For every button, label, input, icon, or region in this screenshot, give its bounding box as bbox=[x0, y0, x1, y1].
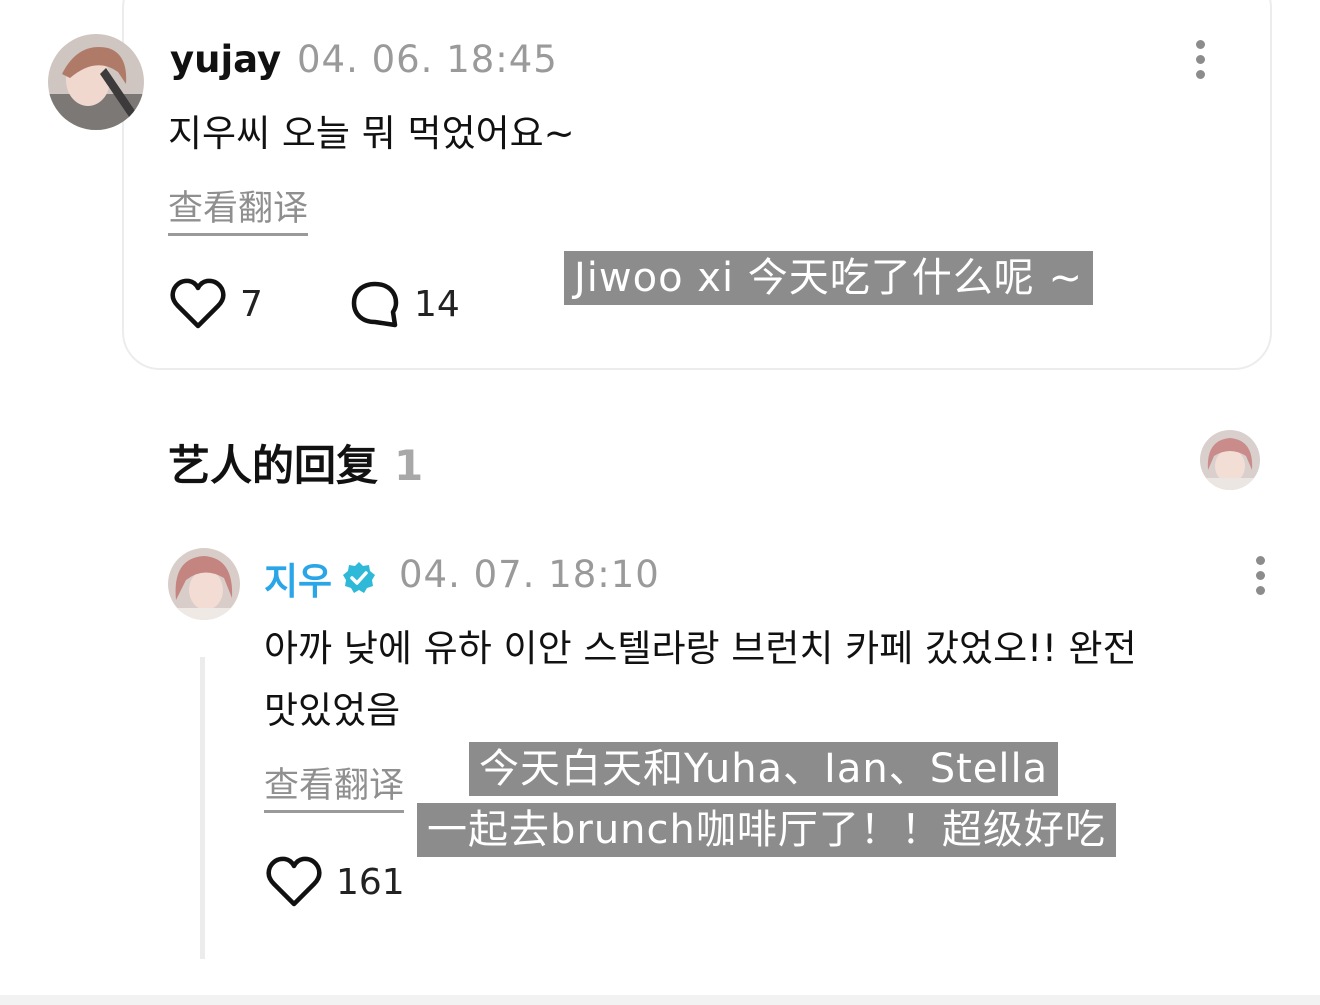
reply-subtitle-line-2: 一起去brunch咖啡厅了！！超级好吃 bbox=[417, 803, 1116, 857]
verified-badge-icon bbox=[343, 562, 376, 593]
comment-username[interactable]: yujay bbox=[170, 38, 281, 81]
artist-reply-title: 艺人的回复 bbox=[168, 441, 379, 490]
artist-reply-count: 1 bbox=[394, 441, 424, 490]
heart-outline-icon bbox=[266, 856, 322, 907]
artist-avatar[interactable] bbox=[168, 548, 240, 620]
reply-text-line-1: 아까 낮에 유하 이안 스텔라랑 브런치 카페 갔었오!! 완전 bbox=[264, 627, 1137, 670]
artist-reply-heading: 艺人的回复 1 bbox=[168, 432, 423, 493]
reply-like-button[interactable]: 161 bbox=[266, 856, 405, 908]
comment-like-count: 7 bbox=[240, 283, 263, 325]
comment-like-button[interactable]: 7 bbox=[170, 278, 263, 330]
reply-like-count: 161 bbox=[336, 861, 405, 903]
comment-reply-button[interactable]: 14 bbox=[350, 280, 460, 328]
speech-bubble-icon bbox=[351, 281, 399, 328]
comment-text: 지우씨 오늘 뭐 먹었어요~ bbox=[168, 112, 575, 155]
reply-subtitle-line-1: 今天白天和Yuha、Ian、Stella bbox=[469, 742, 1059, 796]
reply-translate-link[interactable]: 查看翻译 bbox=[264, 757, 405, 813]
artist-username[interactable]: 지우 bbox=[264, 551, 332, 605]
comment-more-icon[interactable] bbox=[1190, 40, 1210, 84]
reply-timestamp: 04. 07. 18:10 bbox=[399, 553, 660, 596]
artist-avatar-small[interactable] bbox=[1200, 430, 1260, 490]
thread-line bbox=[200, 657, 205, 959]
comment-reply-count: 14 bbox=[414, 283, 460, 325]
artist-username-row[interactable]: 지우 bbox=[264, 551, 376, 605]
reply-text-line-2: 맛있었음 bbox=[264, 689, 401, 732]
comment-translate-link[interactable]: 查看翻译 bbox=[168, 180, 309, 236]
heart-outline-icon bbox=[170, 278, 226, 329]
comment-subtitle: Jiwoo xi 今天吃了什么呢 ~ bbox=[564, 251, 1094, 305]
user-avatar[interactable] bbox=[48, 34, 144, 130]
comment-timestamp: 04. 06. 18:45 bbox=[297, 38, 558, 81]
bottom-divider bbox=[0, 995, 1320, 1005]
reply-more-icon[interactable] bbox=[1250, 556, 1270, 600]
